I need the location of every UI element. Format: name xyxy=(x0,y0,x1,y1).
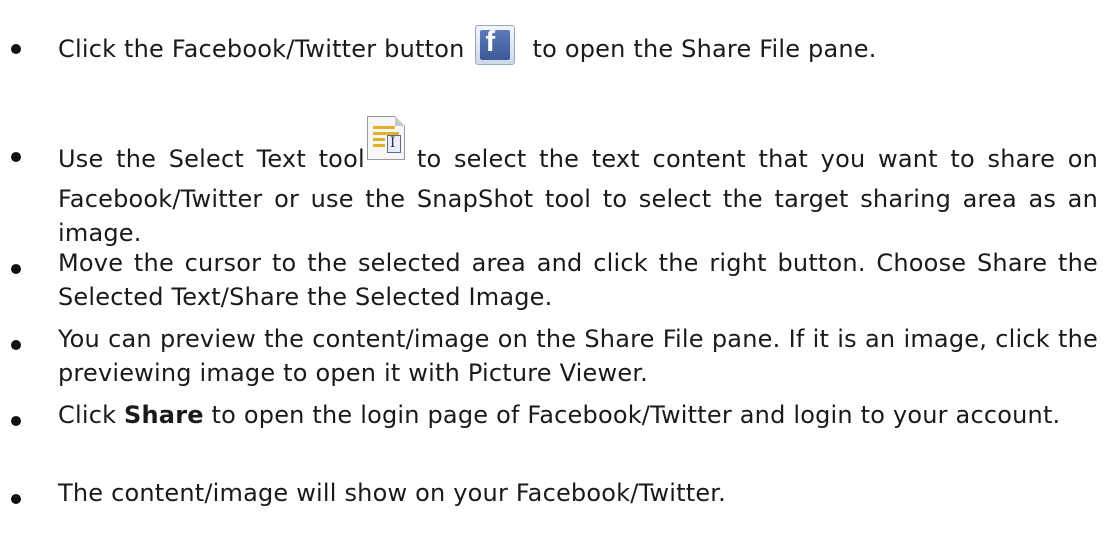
text-segment: Click the Facebook/Twitter button xyxy=(58,35,465,63)
text-segment: Click xyxy=(58,401,125,429)
bullet-dot xyxy=(11,152,21,162)
select-text-tool-icon: I xyxy=(366,116,405,160)
list-item-text: Use the Select Text tool Ito select the t… xyxy=(58,116,1098,250)
list-item-text: Move the cursor to the selected area and… xyxy=(58,249,1098,311)
bullet-dot xyxy=(11,264,21,274)
list-item-text: Click the Facebook/Twitter button f to ope… xyxy=(58,25,1098,70)
bullet-dot xyxy=(11,44,21,54)
facebook-icon-letter: f xyxy=(485,26,496,58)
share-keyword: Share xyxy=(124,401,204,429)
text-segment: to open the Share File pane. xyxy=(532,35,877,63)
text-segment: Use the Select Text tool xyxy=(58,145,365,173)
list-item-text: You can preview the content/image on the… xyxy=(58,325,1098,387)
select-text-icon-glyph: I xyxy=(389,135,396,151)
list-item-text: Click Share to open the login page of Fa… xyxy=(58,398,1098,432)
facebook-icon: f xyxy=(474,25,515,65)
document-page: Click the Facebook/Twitter button f to ope… xyxy=(0,0,1117,534)
bullet-dot xyxy=(11,340,21,350)
text-segment: to open the login page of Facebook/Twitt… xyxy=(203,401,1061,429)
bullet-dot xyxy=(11,416,21,426)
bullet-dot xyxy=(11,494,21,504)
list-item-text: The content/image will show on your Face… xyxy=(58,479,726,507)
